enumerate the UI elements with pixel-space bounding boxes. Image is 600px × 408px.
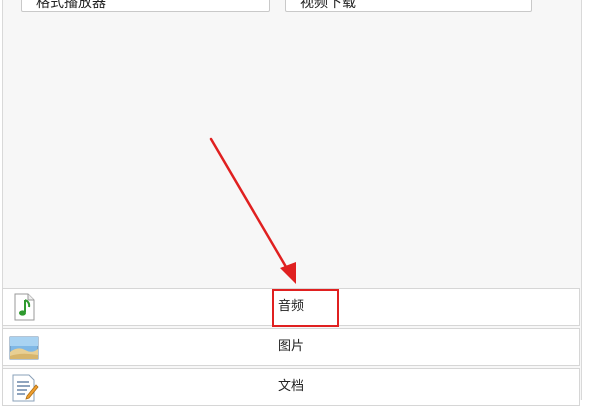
video-download-button[interactable]: 视频下载 [285, 0, 532, 12]
list-item-label: 图片 [277, 339, 304, 354]
list-item-audio[interactable]: 音频 [2, 288, 580, 326]
list-item-label: 音频 [277, 299, 304, 314]
file-type-list: 音频 图片 文档 [2, 288, 580, 408]
format-player-button[interactable]: 格式播放器 [21, 0, 270, 12]
list-item-document[interactable]: 文档 [2, 368, 580, 406]
list-item-picture[interactable]: 图片 [2, 328, 580, 366]
